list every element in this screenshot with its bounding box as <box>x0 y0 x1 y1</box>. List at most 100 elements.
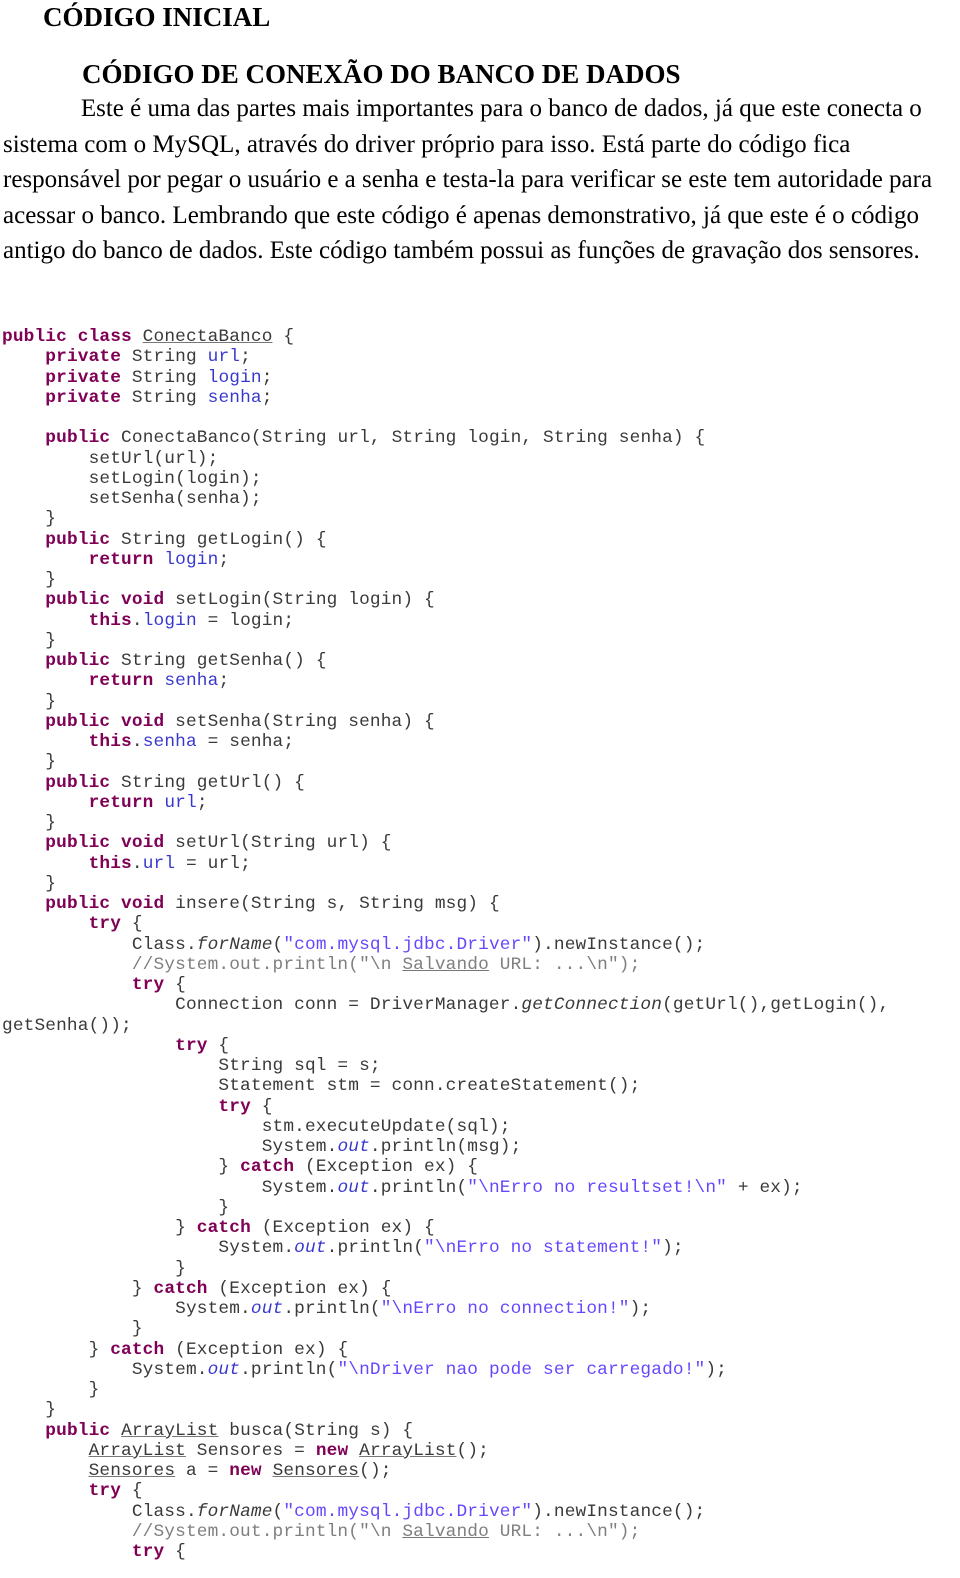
code-token: String getSenha() { <box>110 651 327 671</box>
code-token: ArrayList <box>359 1440 457 1461</box>
code-token: System. <box>2 1238 295 1259</box>
code-token: out <box>337 1137 370 1157</box>
code-token: } <box>2 1218 197 1238</box>
code-keyword: catch <box>110 1339 165 1360</box>
code-token: { <box>164 1542 186 1562</box>
code-token: } <box>2 1339 111 1360</box>
code-token: ; <box>218 549 230 570</box>
code-token: Class. <box>2 934 197 955</box>
code-keyword: this <box>88 853 132 874</box>
code-token: .println( <box>240 1359 338 1380</box>
code-token: (Exception ex) { <box>250 1218 435 1238</box>
code-token: Statement stm = conn.createStatement(); <box>2 1076 641 1097</box>
code-line: System.out.println("\nErro no connection… <box>2 1299 889 1319</box>
code-token: setSenha(senha); <box>2 489 262 509</box>
code-keyword: try <box>175 1035 208 1056</box>
code-keyword: this <box>88 610 132 631</box>
code-token: (getUrl(),getLogin(), <box>662 995 890 1016</box>
code-comment: Salvando <box>402 1521 489 1542</box>
code-token: ( <box>272 934 284 955</box>
code-token: = senha; <box>196 732 295 752</box>
code-token: setUrl(String url) { <box>164 833 392 854</box>
code-keyword: public void <box>45 833 165 854</box>
code-line: } catch (Exception ex) { <box>2 1279 889 1299</box>
code-token: String getUrl() { <box>110 772 306 793</box>
code-token: ; <box>261 367 273 388</box>
code-token: } <box>2 1278 154 1299</box>
code-token: forName <box>196 1501 273 1522</box>
code-line: public String getLogin() { <box>2 530 889 550</box>
code-line: return senha; <box>2 671 889 691</box>
code-line: } <box>2 874 889 894</box>
code-line: private String login; <box>2 368 889 388</box>
code-line: public class ConectaBanco { <box>2 327 889 347</box>
code-line: System.out.println("\nDriver nao pode se… <box>2 1360 889 1380</box>
code-comment: Salvando <box>402 954 489 975</box>
code-line: public ConectaBanco(String url, String l… <box>2 428 889 448</box>
code-token: . <box>131 610 143 631</box>
code-line: } <box>2 1400 889 1420</box>
code-keyword: catch <box>240 1157 295 1178</box>
code-token: ; <box>196 792 208 813</box>
code-keyword: catch <box>196 1218 251 1238</box>
code-token: ArrayList <box>88 1440 186 1461</box>
code-line: } <box>2 631 889 651</box>
code-line: public void setLogin(String login) { <box>2 590 889 610</box>
code-token: (Exception ex) { <box>207 1278 392 1299</box>
code-line: System.out.println(msg); <box>2 1137 889 1157</box>
code-line: getSenha()); <box>2 1016 889 1036</box>
code-keyword: try <box>88 1481 122 1502</box>
code-token: ); <box>705 1359 728 1380</box>
code-keyword: try <box>131 1542 165 1562</box>
code-token: insere(String s, String msg) { <box>164 894 500 914</box>
code-line: try { <box>2 1481 889 1501</box>
code-keyword: try <box>218 1096 251 1117</box>
code-line: } <box>2 570 889 590</box>
code-line: System.out.println("\nErro no statement!… <box>2 1238 889 1258</box>
code-line: Statement stm = conn.createStatement(); <box>2 1076 889 1096</box>
code-token: .println( <box>369 1177 468 1198</box>
code-token: url <box>164 792 197 813</box>
code-token: = login; <box>196 610 295 631</box>
code-token: { <box>121 1481 143 1502</box>
code-line: try { <box>2 1097 889 1117</box>
code-line: public ArrayList busca(String s) { <box>2 1421 889 1441</box>
section-heading: CÓDIGO DE CONEXÃO DO BANCO DE DADOS <box>82 59 681 89</box>
code-line: private String senha; <box>2 388 889 408</box>
code-line: System.out.println("\nErro no resultset!… <box>2 1178 889 1198</box>
code-token: a = <box>175 1461 230 1481</box>
page-heading: CÓDIGO INICIAL <box>43 2 271 32</box>
code-line: //System.out.println("\n Salvando URL: .… <box>2 955 889 975</box>
code-token: senha <box>164 671 219 692</box>
code-token: login <box>142 610 197 631</box>
code-token: ; <box>218 671 230 692</box>
code-token: System. <box>2 1137 338 1157</box>
code-line: } <box>2 1198 889 1218</box>
code-token: (); <box>456 1440 489 1461</box>
code-comment: URL: ...\n"); <box>488 1521 641 1542</box>
code-string: "\nErro no connection!" <box>380 1299 630 1319</box>
code-line: setSenha(senha); <box>2 489 889 509</box>
code-keyword: catch <box>153 1278 208 1299</box>
code-token: String <box>121 367 208 388</box>
code-line: Class.forName("com.mysql.jdbc.Driver").n… <box>2 1502 889 1522</box>
code-line: public void insere(String s, String msg)… <box>2 894 889 914</box>
code-line: public void setUrl(String url) { <box>2 833 889 853</box>
code-line: setUrl(url); <box>2 449 889 469</box>
code-keyword: public class <box>2 327 143 347</box>
code-keyword: private <box>45 367 122 388</box>
code-token: Sensores <box>272 1461 360 1481</box>
code-listing: public class ConectaBanco { private Stri… <box>2 327 889 1562</box>
code-keyword: try <box>131 975 165 995</box>
code-token: System. <box>2 1359 208 1380</box>
